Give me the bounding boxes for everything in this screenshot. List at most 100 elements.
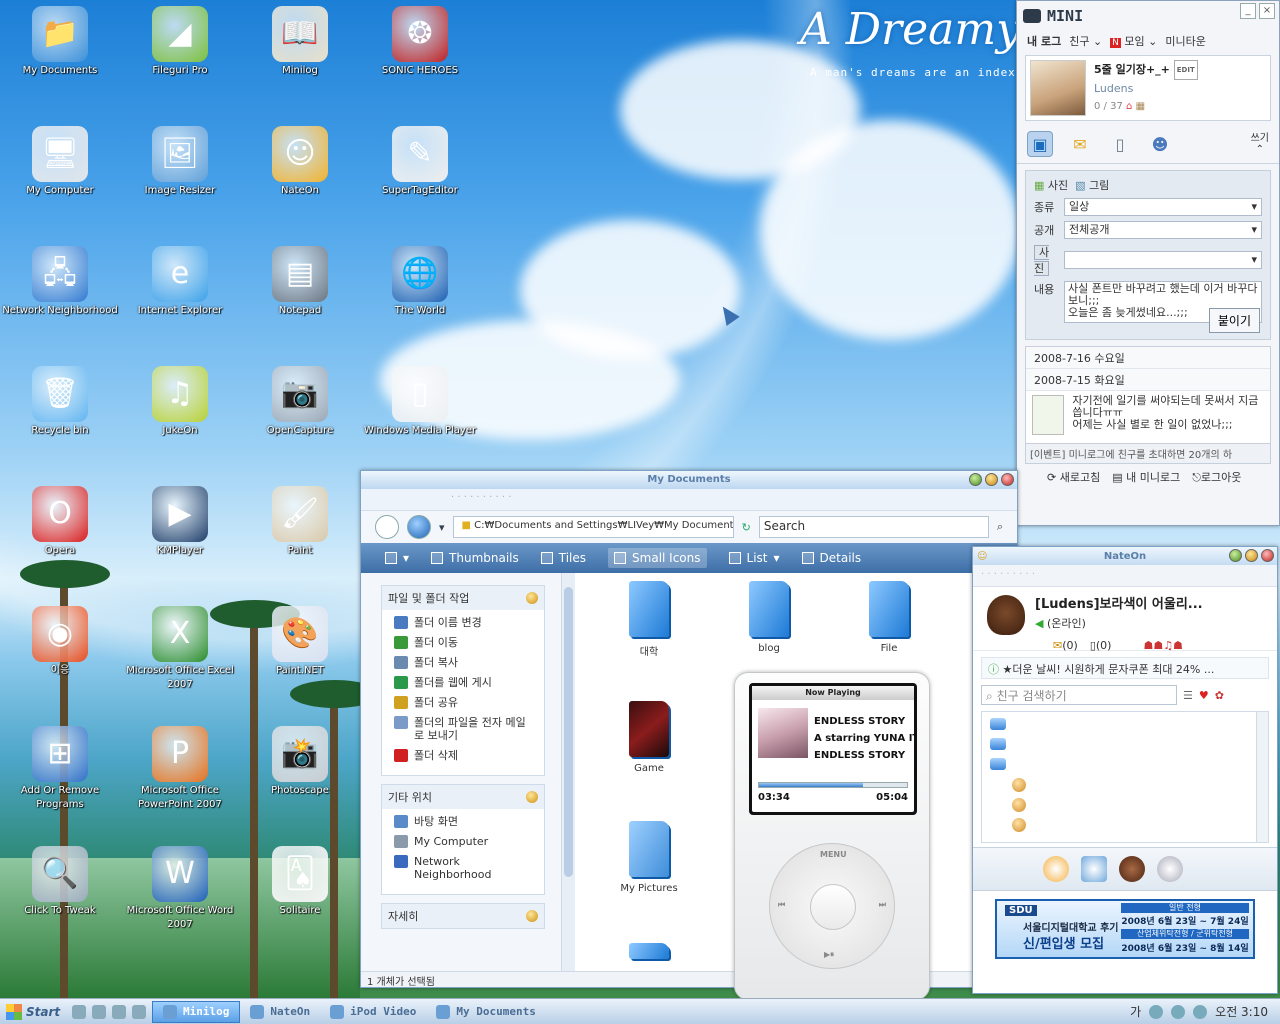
- ad-ticker[interactable]: ⓘ ★더운 날씨! 시원하게 문자쿠폰 최대 24% ...: [981, 657, 1269, 679]
- log-date[interactable]: 2008-7-16 수요일: [1026, 347, 1270, 369]
- hand-icon[interactable]: [112, 1004, 126, 1019]
- avatar[interactable]: [987, 595, 1025, 635]
- group-icon[interactable]: [990, 718, 1006, 730]
- start-button[interactable]: Start: [0, 1000, 66, 1024]
- desktop-icon[interactable]: 🔍 Click To Tweak: [0, 846, 120, 918]
- view-small-icons[interactable]: Small Icons: [608, 548, 707, 568]
- write-button[interactable]: 쓰기 ⌃: [1251, 133, 1269, 155]
- desktop-icon[interactable]: ▤ Notepad: [240, 246, 360, 318]
- taskbar-item-ipod[interactable]: iPod Video: [320, 1001, 426, 1023]
- folder-icon[interactable]: [629, 943, 669, 959]
- select-button[interactable]: [810, 884, 856, 930]
- forward-button[interactable]: [407, 515, 431, 539]
- status-selector[interactable]: ◀ (온라인): [1035, 615, 1203, 631]
- close-button[interactable]: [1261, 549, 1274, 562]
- minimize-button[interactable]: _: [1240, 3, 1256, 19]
- play-icon[interactable]: [1043, 856, 1069, 882]
- ipod-video-widget[interactable]: Now Playing ENDLESS STORY A starring YUN…: [734, 672, 930, 1000]
- desktop-icon[interactable]: 📖 Minilog: [240, 6, 360, 78]
- desktop-icon[interactable]: 🖼 Image Resizer: [120, 126, 240, 198]
- collapse-icon[interactable]: [526, 910, 538, 922]
- memo-count[interactable]: ▯(0): [1090, 639, 1112, 652]
- minimize-button[interactable]: [969, 473, 982, 486]
- task-link[interactable]: 폴더 복사: [394, 656, 532, 669]
- profile-id[interactable]: Ludens: [1094, 80, 1198, 98]
- type-select[interactable]: 일상: [1064, 198, 1262, 216]
- buddy-icon[interactable]: [1012, 818, 1026, 832]
- task-link[interactable]: 폴더의 파일을 전자 메일로 보내기: [394, 716, 532, 742]
- maximize-button[interactable]: [985, 473, 998, 486]
- view-list[interactable]: List ▾: [728, 551, 780, 565]
- desktop-icon[interactable]: X Microsoft Office Excel 2007: [120, 606, 240, 692]
- clock[interactable]: 오전 3:10: [1215, 1003, 1268, 1020]
- ad-banner[interactable]: SDU 서울디지털대학교 후기 신/편입생 모집 일반 전형 2008년 6월 …: [995, 899, 1255, 959]
- panel-header[interactable]: 파일 및 폴더 작업: [382, 586, 544, 610]
- place-link[interactable]: 바탕 화면: [394, 815, 532, 828]
- desktop-icon[interactable]: 🎨 Paint.NET: [240, 606, 360, 678]
- desktop-icon[interactable]: P Microsoft Office PowerPoint 2007: [120, 726, 240, 812]
- desktop-icon[interactable]: 📁 My Documents: [0, 6, 120, 78]
- place-link[interactable]: My Computer: [394, 835, 532, 848]
- taskbar-item-nateon[interactable]: NateOn: [240, 1001, 320, 1023]
- desktop-icon[interactable]: 🗑 Recycle bin: [0, 366, 120, 438]
- desktop-icon[interactable]: 🖌 Paint: [240, 486, 360, 558]
- scrollbar[interactable]: [561, 573, 575, 971]
- buddy-icon[interactable]: [1012, 798, 1026, 812]
- task-link[interactable]: 폴더 공유: [394, 696, 532, 709]
- task-link[interactable]: 폴더를 웹에 게시: [394, 676, 532, 689]
- view-thumbnails[interactable]: Thumbnails: [431, 551, 519, 565]
- desktop-icon[interactable]: 📷 OpenCapture: [240, 366, 360, 438]
- photo-post-icon[interactable]: ▣: [1027, 131, 1053, 157]
- file-item[interactable]: Game: [609, 701, 689, 774]
- desktop-icon[interactable]: ▯ Windows Media Player: [360, 366, 480, 438]
- close-button[interactable]: [1001, 473, 1014, 486]
- minimize-button[interactable]: [1229, 549, 1242, 562]
- scrollbar[interactable]: [1256, 712, 1268, 842]
- submit-button[interactable]: 붙이기: [1208, 308, 1260, 333]
- file-item[interactable]: File: [849, 581, 929, 654]
- desktop-icon[interactable]: 🌐 The World: [360, 246, 480, 318]
- title-bar[interactable]: My Documents: [361, 471, 1017, 489]
- view-details[interactable]: Details: [801, 551, 861, 565]
- history-dropdown-icon[interactable]: ▾: [439, 521, 445, 534]
- file-item[interactable]: blog: [729, 581, 809, 654]
- desktop-icon[interactable]: ◉ 이응: [0, 606, 120, 678]
- event-banner[interactable]: [이벤트] 미니로그에 친구를 초대하면 20개의 하: [1026, 443, 1270, 463]
- maximize-button[interactable]: [1245, 549, 1258, 562]
- collapse-icon[interactable]: [526, 791, 538, 803]
- calendar-icon[interactable]: ▦: [1136, 101, 1145, 112]
- mini-nav-town[interactable]: 미니타운: [1165, 33, 1205, 49]
- drawing-tab[interactable]: ▧ 그림: [1075, 177, 1109, 193]
- friend-search-input[interactable]: ⌕ 친구 검색하기: [981, 685, 1177, 705]
- avatar-tools-icon[interactable]: ☗☗♫☗: [1143, 639, 1182, 652]
- nateon-icon[interactable]: [92, 1004, 106, 1019]
- mail-icon[interactable]: ✉: [1067, 131, 1093, 157]
- profile-name[interactable]: [Ludens]보라색이 어울리...: [1035, 595, 1203, 615]
- task-link[interactable]: 폴더 삭제: [394, 749, 532, 762]
- desktop-icon[interactable]: ⊞ Add Or Remove Programs: [0, 726, 120, 812]
- desktop-icon[interactable]: O Opera: [0, 486, 120, 558]
- desktop-icon[interactable]: W Microsoft Office Word 2007: [120, 846, 240, 932]
- list-view-icon[interactable]: ☰: [1183, 689, 1193, 702]
- mini-nav-groups[interactable]: N 모임 ⌄: [1110, 33, 1157, 49]
- click-wheel[interactable]: MENU ⏮ ⏭ ▶⏸: [769, 843, 895, 969]
- buddy-icon[interactable]: [1012, 778, 1026, 792]
- logout-button[interactable]: ⎋로그아웃: [1192, 469, 1241, 485]
- photo-tab[interactable]: ▦ 사진: [1034, 177, 1068, 193]
- mail-count[interactable]: ✉(0): [1053, 639, 1078, 652]
- next-icon[interactable]: ⏭: [879, 900, 886, 910]
- ie-icon[interactable]: [72, 1004, 86, 1019]
- desktop-icon[interactable]: ✎ SuperTagEditor: [360, 126, 480, 198]
- desktop-icon[interactable]: ☺ NateOn: [240, 126, 360, 198]
- mini-nav-mylog[interactable]: 내 로그: [1027, 33, 1061, 49]
- volume-icon[interactable]: [1193, 1004, 1208, 1019]
- mini-nav-friends[interactable]: 친구 ⌄: [1069, 33, 1102, 49]
- log-date[interactable]: 2008-7-15 화요일: [1026, 369, 1270, 391]
- edit-button[interactable]: EDIT: [1173, 60, 1198, 80]
- refresh-button[interactable]: ⟳ 새로고침: [1047, 469, 1100, 485]
- desktop-icon[interactable]: ♫ JukeOn: [120, 366, 240, 438]
- back-button[interactable]: [375, 515, 399, 539]
- menu-button[interactable]: MENU: [820, 850, 847, 859]
- file-item[interactable]: 대학: [609, 581, 689, 658]
- task-link[interactable]: 폴더 이름 변경: [394, 616, 532, 629]
